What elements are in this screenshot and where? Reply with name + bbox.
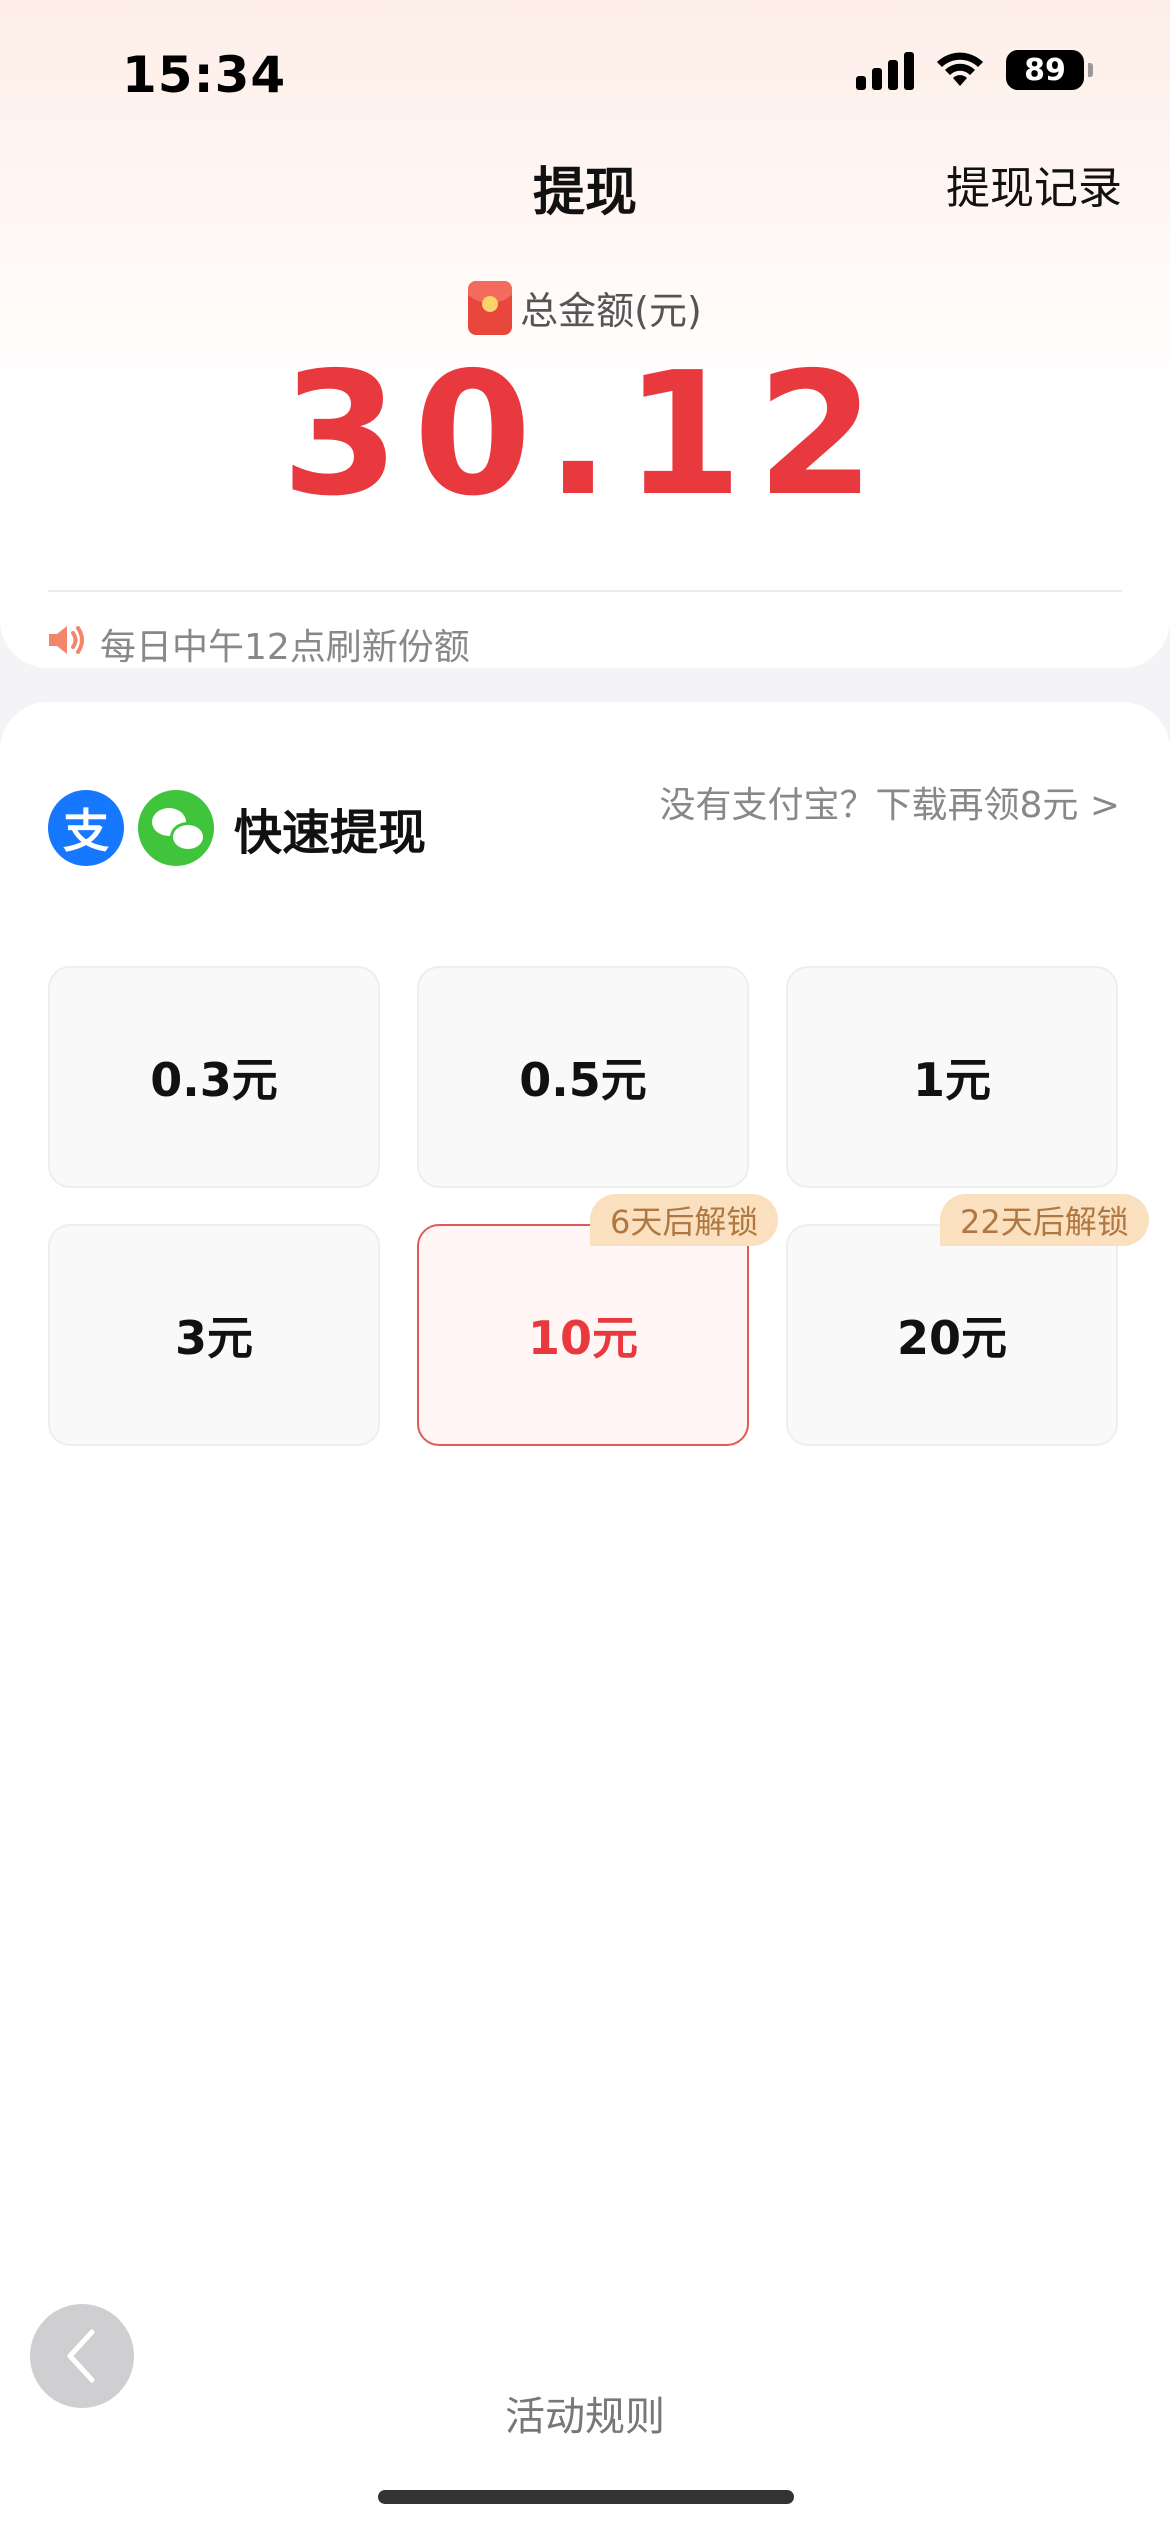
back-arrow-icon [67, 2329, 95, 2383]
balance-amount: 30.12 [281, 336, 889, 534]
wechat-icon [138, 790, 214, 866]
status-time: 15:34 [122, 46, 287, 104]
status-icons: 89 [856, 50, 1093, 90]
amount-option-0-3[interactable]: 0.3元 [48, 966, 380, 1188]
speaker-icon [46, 622, 88, 667]
redpacket-icon [468, 280, 513, 335]
home-indicator [378, 2490, 794, 2504]
unlock-badge-20: 22天后解锁 [940, 1194, 1149, 1246]
activity-rules-link[interactable]: 活动规则 [0, 2384, 1170, 2442]
withdraw-screen: 15:34 89 提现 提现记录 总金额(元) 30.12 每日中午12点刷新份… [0, 0, 1170, 2532]
amount-option-20[interactable]: 20元 [786, 1224, 1118, 1446]
amount-option-1[interactable]: 1元 [786, 966, 1118, 1188]
amount-option-10[interactable]: 10元 [417, 1224, 749, 1446]
balance-label-row: 总金额(元) [0, 280, 1170, 335]
withdraw-method-row: 支 快速提现 [48, 790, 426, 866]
method-title: 快速提现 [234, 805, 427, 861]
header-panel: 15:34 89 提现 提现记录 总金额(元) 30.12 每日中午12点刷新份… [0, 0, 1170, 668]
balance-label: 总金额(元) [520, 289, 702, 333]
notice-text: 每日中午12点刷新份额 [100, 627, 470, 668]
withdraw-records-link[interactable]: 提现记录 [946, 152, 1122, 216]
download-alipay-link[interactable]: 没有支付宝？下载再领8元 > [659, 776, 1120, 828]
signal-icon [856, 50, 914, 90]
wifi-icon [934, 50, 986, 90]
amount-option-3[interactable]: 3元 [48, 1224, 380, 1446]
alipay-icon: 支 [48, 790, 124, 866]
notice-row: 每日中午12点刷新份额 [46, 618, 470, 670]
unlock-badge-10: 6天后解锁 [590, 1194, 779, 1246]
battery-icon: 89 [1006, 50, 1093, 90]
amount-option-0-5[interactable]: 0.5元 [417, 966, 749, 1188]
divider [48, 590, 1122, 592]
